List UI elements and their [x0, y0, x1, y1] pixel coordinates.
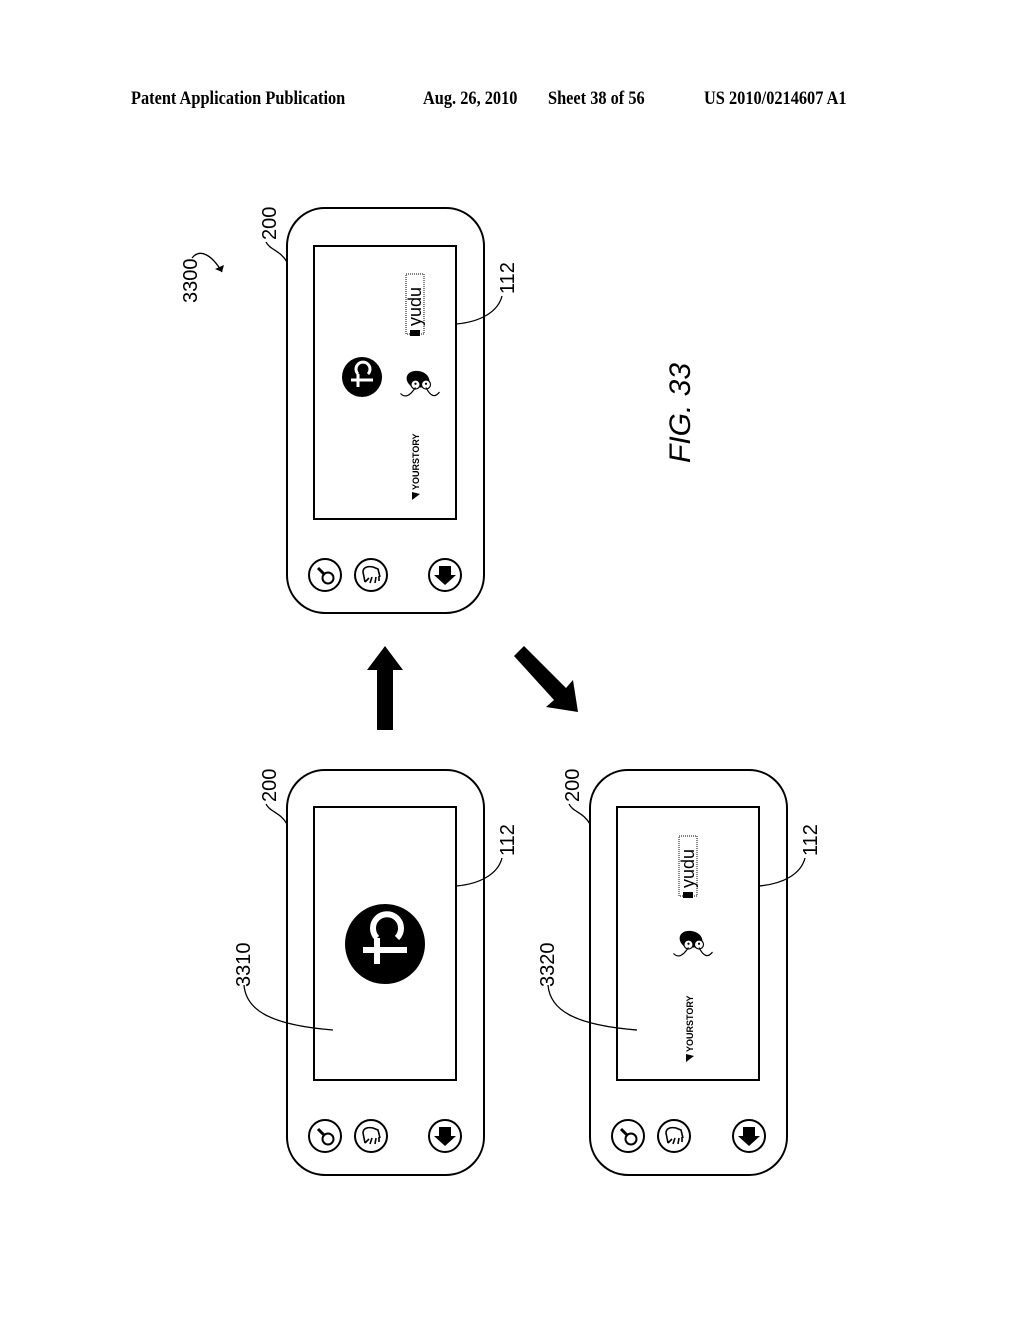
hand-button[interactable]: [354, 558, 388, 592]
yourstory-text: YOURSTORY: [685, 995, 695, 1052]
hand-button[interactable]: [354, 1119, 388, 1153]
ref-state-3310: 3310: [233, 943, 255, 988]
magnifier-button[interactable]: [307, 1118, 343, 1154]
yourstory-logo: YOURSTORY: [411, 433, 421, 500]
device-bottom-left: 200 112 3310: [233, 769, 519, 1176]
ref-device-200: 200: [259, 207, 281, 240]
ref-screen-112: 112: [497, 824, 519, 856]
hand-button[interactable]: [657, 1119, 691, 1153]
ref-device-200: 200: [259, 769, 281, 802]
back-button[interactable]: [428, 1119, 462, 1153]
ref-device-200: 200: [562, 769, 584, 802]
magnifier-button[interactable]: [610, 1118, 646, 1154]
yudu-text: yudu: [405, 287, 425, 326]
transition-arrow-down-right: [514, 646, 578, 712]
device-screen: [313, 245, 457, 520]
device-bottom-right: yudu YOURSTORY 200 112 3320: [537, 769, 822, 1176]
figure-label: FIG. 33: [664, 363, 697, 463]
yourstory-logo: YOURSTORY: [685, 995, 695, 1062]
magnifier-button[interactable]: [307, 557, 343, 593]
device-top: yudu YOURSTORY 200 112 3300: [180, 207, 519, 614]
power-logo: [345, 904, 425, 984]
transition-arrow-up: [367, 646, 403, 730]
yudu-text: yudu: [678, 849, 698, 888]
ref-screen-112: 112: [800, 824, 822, 856]
yudu-logo: yudu: [405, 273, 425, 336]
yudu-logo: yudu: [678, 835, 698, 898]
ref-screen-112: 112: [497, 262, 519, 294]
ref-state-3320: 3320: [537, 943, 559, 988]
power-logo: [340, 355, 384, 399]
yourstory-text: YOURSTORY: [411, 433, 421, 490]
back-button[interactable]: [428, 558, 462, 592]
ref-figure-3300: 3300: [180, 259, 202, 304]
figure-33: yudu YOURSTORY 200 112 3300 FIG. 33 200 …: [180, 207, 822, 1176]
back-button[interactable]: [732, 1119, 766, 1153]
